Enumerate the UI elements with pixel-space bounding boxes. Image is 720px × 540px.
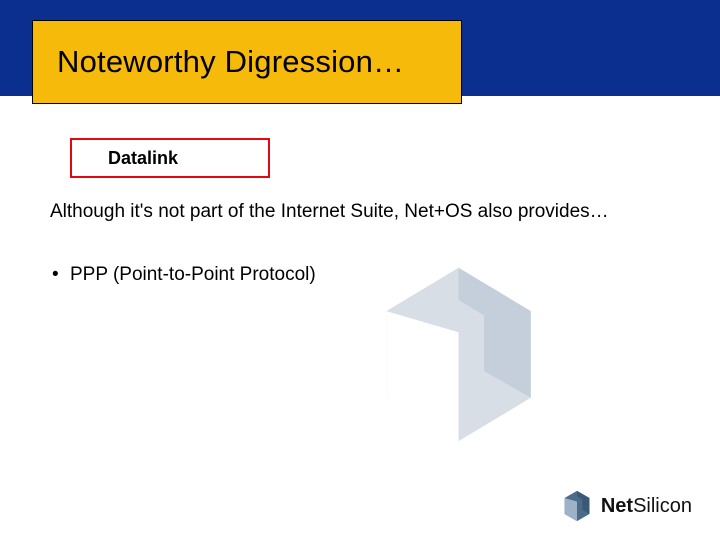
list-item-label: PPP (Point-to-Point Protocol) [70,264,316,286]
brand-logo-icon [559,490,595,522]
body-paragraph: Although it's not part of the Internet S… [50,200,610,225]
brand-footer: NetSilicon [559,490,692,522]
brand-wordmark: NetSilicon [601,495,692,518]
subtitle-box: Datalink [70,138,270,178]
brand-prefix: Net [601,495,633,517]
brand-suffix: Silicon [633,495,692,517]
slide-title: Noteworthy Digression… [57,44,404,80]
bullet-dot-icon: • [50,264,70,286]
slide-title-box: Noteworthy Digression… [32,20,462,104]
bullet-list: • PPP (Point-to-Point Protocol) [50,264,610,292]
subtitle: Datalink [108,148,178,169]
list-item: • PPP (Point-to-Point Protocol) [50,264,610,286]
